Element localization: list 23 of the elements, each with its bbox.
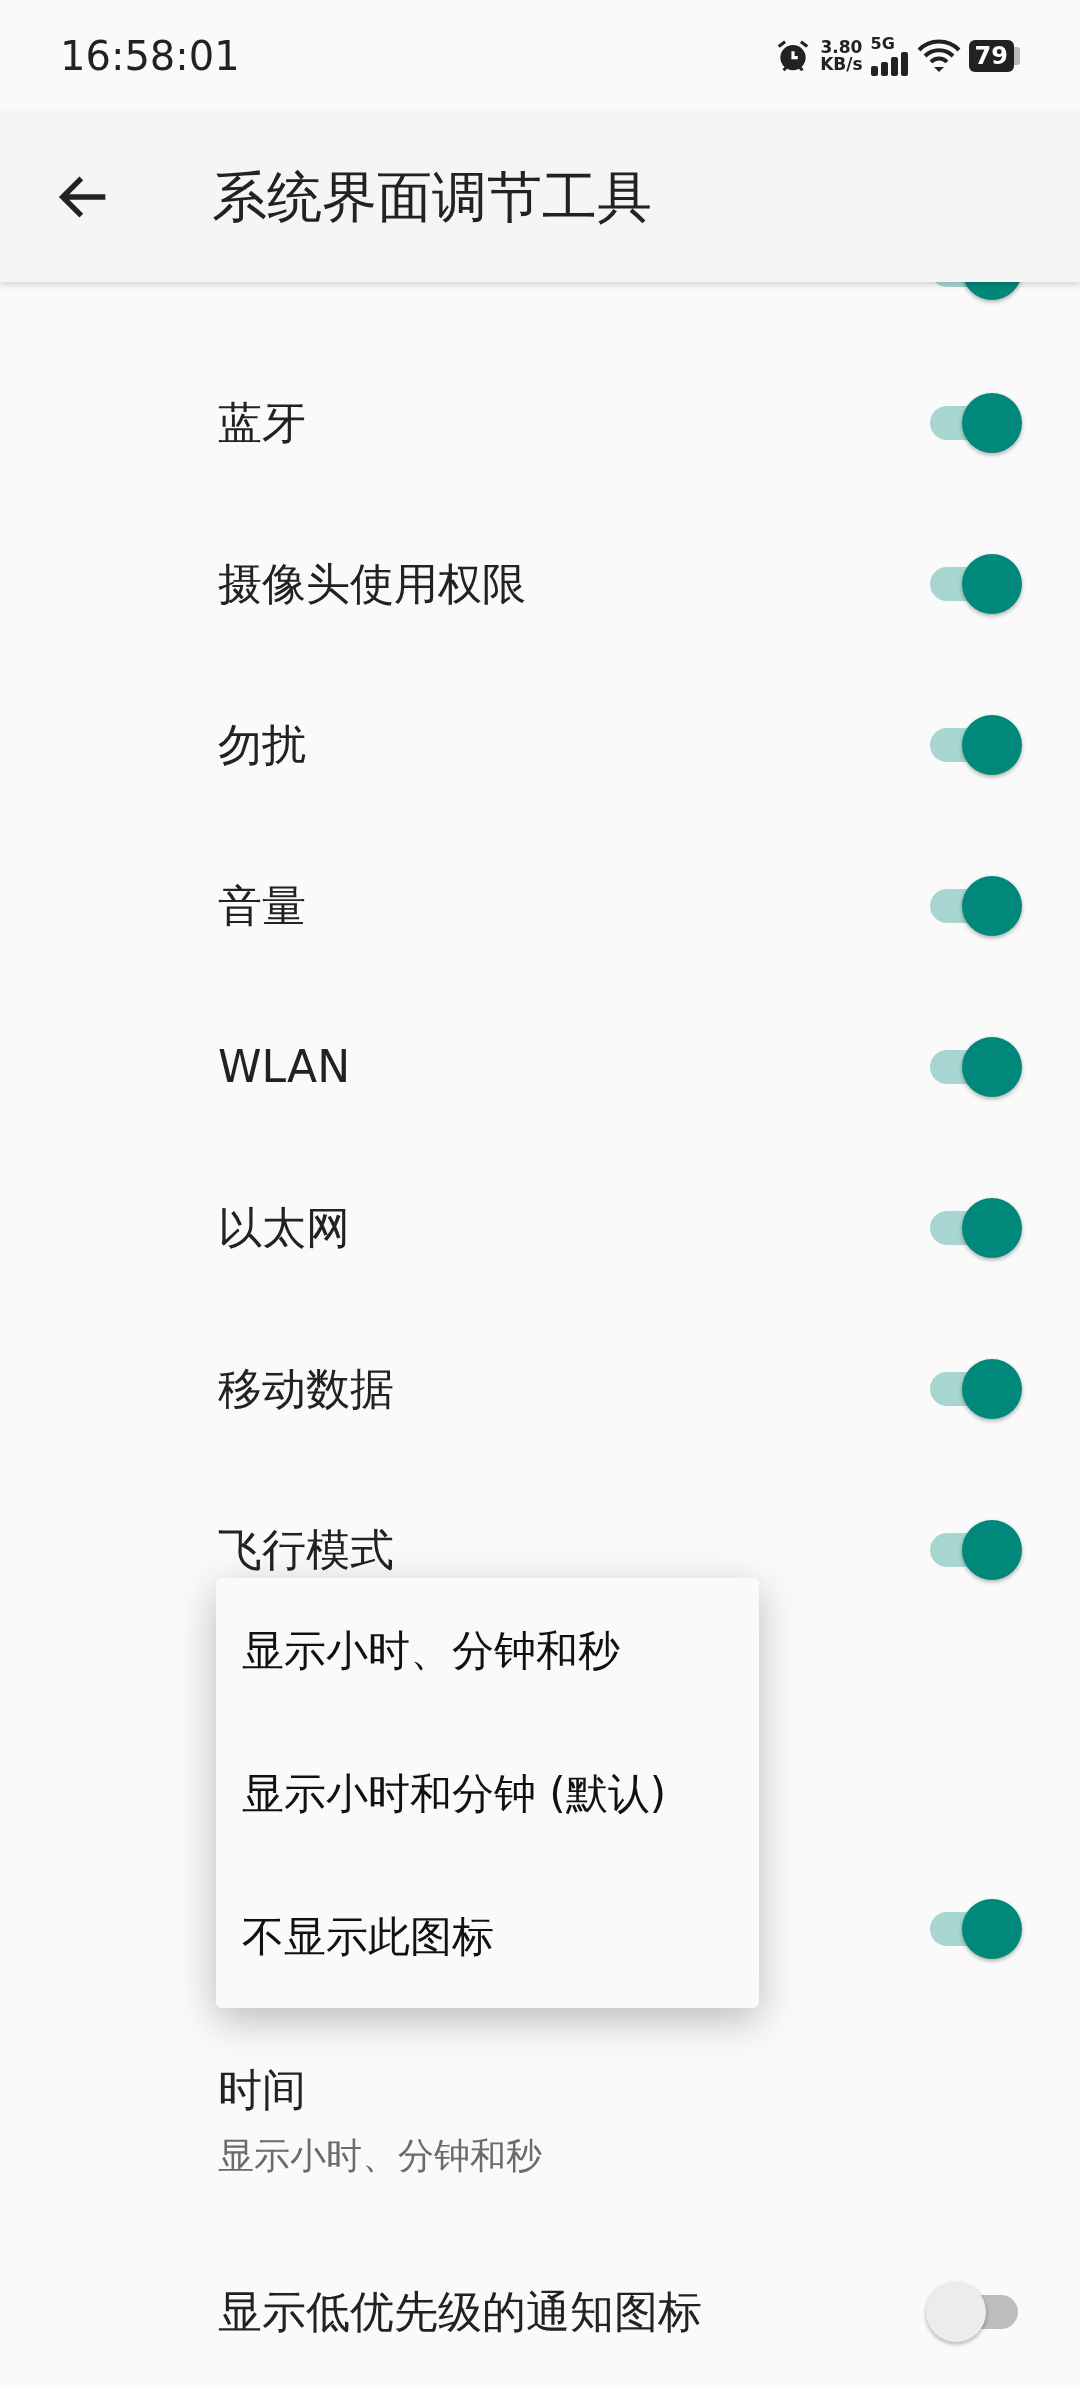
setting-label: 摄像头使用权限 xyxy=(218,556,526,611)
setting-label: 飞行模式 xyxy=(218,1522,394,1577)
setting-label: 移动数据 xyxy=(218,1361,394,1416)
menu-item[interactable]: 显示小时、分钟和秒 xyxy=(216,1578,759,1722)
setting-label: 显示低优先级的通知图标 xyxy=(218,2284,702,2339)
setting-label: 以太网 xyxy=(218,1200,350,1255)
battery-tip-icon xyxy=(1014,47,1020,65)
menu-item[interactable]: 显示小时和分钟 (默认) xyxy=(216,1721,759,1865)
menu-item[interactable]: 不显示此图标 xyxy=(216,1864,759,2008)
clock-time: 16:58:01 xyxy=(60,32,240,81)
setting-label: 时间 xyxy=(218,2063,307,2117)
setting-label: 勿扰 xyxy=(218,717,306,772)
page-title: 系统界面调节工具 xyxy=(212,163,652,231)
setting-label: 蓝牙 xyxy=(218,395,306,450)
network-speed: 3.80 xyxy=(820,39,863,56)
network-type: 5G xyxy=(870,36,896,52)
setting-label: 音量 xyxy=(218,878,306,933)
signal-icon xyxy=(870,52,909,76)
battery-level: 79 xyxy=(968,40,1014,72)
wifi-icon xyxy=(916,38,961,74)
setting-summary: 显示小时、分钟和秒 xyxy=(218,2134,543,2178)
setting-label: WLAN xyxy=(218,1039,351,1094)
speed-unit: KB/s xyxy=(820,56,863,73)
